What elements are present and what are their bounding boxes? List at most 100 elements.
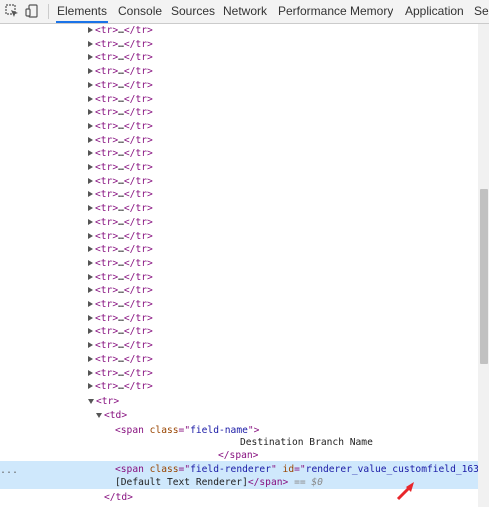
expand-arrow-icon[interactable] bbox=[88, 68, 93, 75]
tree-node-tr-collapsed[interactable]: <tr>…</tr> bbox=[0, 38, 478, 52]
tag-end: "> bbox=[247, 425, 260, 436]
toolbar-divider bbox=[48, 4, 49, 19]
attr-name: class bbox=[149, 464, 179, 475]
tr-open-tag: <tr> bbox=[95, 189, 119, 201]
tr-open-tag: <tr> bbox=[95, 340, 119, 352]
tree-node-tr-collapsed[interactable]: <tr>…</tr> bbox=[0, 120, 478, 134]
tab-network[interactable]: Network bbox=[223, 0, 267, 23]
attr-id-value: renderer_value_customfield_16322 bbox=[305, 464, 478, 475]
expand-arrow-icon[interactable] bbox=[88, 342, 93, 349]
expand-arrow-icon[interactable] bbox=[88, 232, 93, 239]
tree-node-tr-collapsed[interactable]: <tr>…</tr> bbox=[0, 367, 478, 381]
tr-close-tag: </tr> bbox=[123, 175, 153, 187]
tree-node-tr-collapsed[interactable]: <tr>…</tr> bbox=[0, 380, 478, 394]
tree-node-tr-collapsed[interactable]: <tr>…</tr> bbox=[0, 147, 478, 161]
expand-arrow-icon[interactable] bbox=[88, 136, 93, 143]
tree-node-tr-collapsed[interactable]: <tr>…</tr> bbox=[0, 230, 478, 244]
expand-arrow-icon[interactable] bbox=[88, 259, 93, 266]
span-open-tag: <span bbox=[115, 425, 150, 436]
tab-sources[interactable]: Sources bbox=[171, 0, 215, 23]
tree-node-tr-collapsed[interactable]: <tr>…</tr> bbox=[0, 134, 478, 148]
tree-node-td[interactable]: <td> bbox=[0, 409, 478, 423]
tree-node-tr-collapsed[interactable]: <tr>…</tr> bbox=[0, 93, 478, 107]
tree-node-tr-collapsed[interactable]: <tr>…</tr> bbox=[0, 257, 478, 271]
tr-close-tag: </tr> bbox=[123, 230, 153, 242]
expand-arrow-icon[interactable] bbox=[88, 122, 93, 129]
tr-open-tag: <tr> bbox=[95, 79, 119, 91]
tr-open-tag: <tr> bbox=[95, 367, 119, 379]
expand-arrow-icon[interactable] bbox=[88, 54, 93, 61]
tree-node-tr-collapsed[interactable]: <tr>…</tr> bbox=[0, 284, 478, 298]
expand-arrow-icon[interactable] bbox=[88, 355, 93, 362]
tree-node-tr-collapsed[interactable]: <tr>…</tr> bbox=[0, 216, 478, 230]
tr-open-tag: <tr> bbox=[95, 120, 119, 132]
tree-node-tr-collapsed[interactable]: <tr>…</tr> bbox=[0, 51, 478, 65]
span-close-tag: </span> bbox=[247, 477, 289, 488]
tab-performance[interactable]: Performance bbox=[278, 0, 347, 23]
tree-node-tr-collapsed[interactable]: <tr>…</tr> bbox=[0, 243, 478, 257]
tree-node-tr-collapsed[interactable]: <tr>…</tr> bbox=[0, 24, 478, 38]
collapse-arrow-icon[interactable] bbox=[88, 398, 94, 404]
tab-application[interactable]: Application bbox=[405, 0, 464, 23]
tree-node-tr-collapsed[interactable]: <tr>…</tr> bbox=[0, 65, 478, 79]
collapse-arrow-icon[interactable] bbox=[96, 412, 102, 418]
tree-node-tr-collapsed[interactable]: <tr>…</tr> bbox=[0, 312, 478, 326]
tree-node-tr-collapsed[interactable]: <tr>…</tr> bbox=[0, 188, 478, 202]
tree-node-tr-collapsed[interactable]: <tr>…</tr> bbox=[0, 106, 478, 120]
device-toolbar-icon[interactable] bbox=[25, 4, 39, 18]
scrollbar-thumb[interactable] bbox=[480, 189, 488, 364]
expand-arrow-icon[interactable] bbox=[88, 95, 93, 102]
tree-node-tr-expanded[interactable]: <tr> bbox=[0, 395, 478, 409]
tab-security[interactable]: Secu bbox=[474, 0, 489, 23]
td-open-tag: <td> bbox=[104, 410, 128, 421]
expand-arrow-icon[interactable] bbox=[88, 314, 93, 321]
tr-open-tag: <tr> bbox=[95, 134, 119, 146]
tree-node-tr-collapsed[interactable]: <tr>…</tr> bbox=[0, 161, 478, 175]
tree-node-span-field-renderer[interactable]: <span class="field-renderer" id="rendere… bbox=[0, 463, 478, 477]
expand-arrow-icon[interactable] bbox=[88, 27, 93, 33]
tab-elements[interactable]: Elements bbox=[56, 0, 108, 23]
expand-arrow-icon[interactable] bbox=[88, 205, 93, 212]
tr-open-tag: <tr> bbox=[95, 271, 119, 283]
expand-arrow-icon[interactable] bbox=[88, 369, 93, 376]
expand-arrow-icon[interactable] bbox=[88, 383, 93, 390]
tree-node-tr-collapsed[interactable]: <tr>…</tr> bbox=[0, 271, 478, 285]
vertical-scrollbar[interactable] bbox=[478, 24, 489, 507]
tree-node-tr-collapsed[interactable]: <tr>…</tr> bbox=[0, 298, 478, 312]
tr-open-tag: <tr> bbox=[95, 257, 119, 269]
tr-open-tag: <tr> bbox=[95, 107, 119, 119]
tr-open-tag: <tr> bbox=[95, 66, 119, 78]
expand-arrow-icon[interactable] bbox=[88, 301, 93, 307]
tr-close-tag: </tr> bbox=[123, 134, 153, 146]
expand-arrow-icon[interactable] bbox=[88, 328, 93, 335]
tr-close-tag: </tr> bbox=[123, 25, 153, 36]
tree-node-tr-collapsed[interactable]: <tr>…</tr> bbox=[0, 353, 478, 367]
inspect-element-icon[interactable] bbox=[5, 4, 19, 18]
expand-arrow-icon[interactable] bbox=[88, 109, 93, 116]
annotation-arrow-icon bbox=[396, 482, 414, 501]
tr-close-tag: </tr> bbox=[123, 216, 153, 228]
expand-arrow-icon[interactable] bbox=[88, 150, 93, 157]
expand-arrow-icon[interactable] bbox=[88, 177, 93, 184]
tr-open-tag: <tr> bbox=[95, 353, 119, 365]
expand-arrow-icon[interactable] bbox=[88, 246, 93, 253]
tab-memory[interactable]: Memory bbox=[350, 0, 393, 23]
expand-arrow-icon[interactable] bbox=[88, 81, 93, 88]
tree-node-tr-collapsed[interactable]: <tr>…</tr> bbox=[0, 325, 478, 339]
tree-node-tr-collapsed[interactable]: <tr>…</tr> bbox=[0, 202, 478, 216]
tree-node-tr-collapsed[interactable]: <tr>…</tr> bbox=[0, 175, 478, 189]
attr-value: field-name bbox=[190, 425, 248, 436]
expand-arrow-icon[interactable] bbox=[88, 273, 93, 280]
tr-open-tag: <tr> bbox=[95, 162, 119, 173]
tr-close-tag: </tr> bbox=[123, 381, 153, 393]
tr-close-tag: </tr> bbox=[123, 38, 153, 50]
tree-node-tr-collapsed[interactable]: <tr>…</tr> bbox=[0, 339, 478, 353]
tab-console[interactable]: Console bbox=[118, 0, 162, 23]
tree-node-tr-collapsed[interactable]: <tr>…</tr> bbox=[0, 79, 478, 93]
tr-open-tag: <tr> bbox=[95, 299, 119, 310]
expand-arrow-icon[interactable] bbox=[88, 218, 93, 225]
expand-arrow-icon[interactable] bbox=[88, 191, 93, 198]
expand-arrow-icon[interactable] bbox=[88, 40, 93, 47]
expand-arrow-icon[interactable] bbox=[88, 287, 93, 294]
expand-arrow-icon[interactable] bbox=[88, 164, 93, 170]
